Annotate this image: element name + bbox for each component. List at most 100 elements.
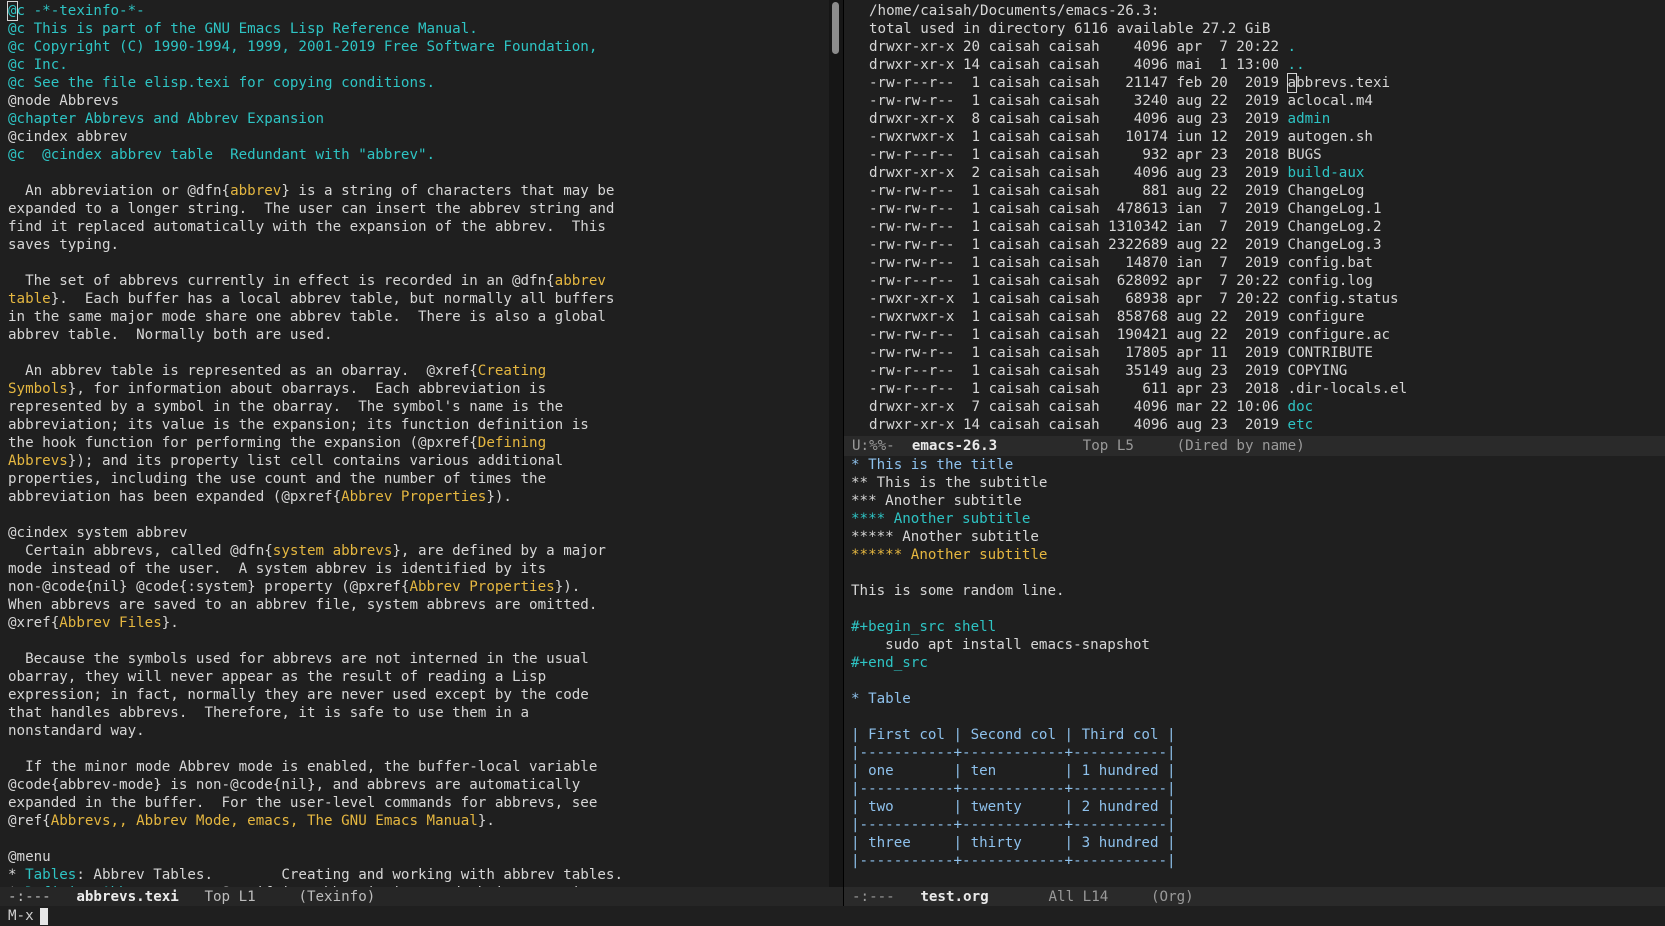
text-line: | three | thirty | 3 hundred | bbox=[851, 834, 1665, 852]
dired-row[interactable]: -rw-r--r-- 1 caisah caisah 932 apr 23 20… bbox=[869, 146, 1665, 164]
dired-file-name[interactable]: config.log bbox=[1288, 273, 1373, 289]
text-line: Symbols}, for information about obarrays… bbox=[8, 380, 829, 398]
dired-file-name[interactable]: . bbox=[1288, 39, 1297, 55]
dired-file-name[interactable]: doc bbox=[1288, 399, 1314, 415]
dired-row[interactable]: -rw-r--r-- 1 caisah caisah 21147 feb 20 … bbox=[869, 73, 1665, 93]
dired-row-attributes: -rw-rw-r-- 1 caisah caisah 478613 ian 7 … bbox=[869, 201, 1288, 217]
dired-row[interactable]: drwxr-xr-x 7 caisah caisah 4096 mar 22 1… bbox=[869, 398, 1665, 416]
dired-row[interactable]: -rw-rw-r-- 1 caisah caisah 3240 aug 22 2… bbox=[869, 92, 1665, 110]
modeline-buffer-name[interactable]: test.org bbox=[920, 889, 988, 905]
dired-row[interactable]: -rwxrwxr-x 1 caisah caisah 10174 iun 12 … bbox=[869, 128, 1665, 146]
dired-modeline[interactable]: U:%%- emacs-26.3 Top L5 (Dired by name) bbox=[844, 436, 1665, 456]
text-segment: Abbrev Properties bbox=[341, 489, 487, 505]
org-buffer[interactable]: * This is the title ** This is the subtit… bbox=[844, 456, 1665, 887]
dired-file-name[interactable]: COPYING bbox=[1288, 363, 1348, 379]
modeline-buffer-name[interactable]: abbrevs.texi bbox=[76, 889, 179, 905]
dired-row[interactable]: -rwxr-xr-x 1 caisah caisah 68938 apr 7 2… bbox=[869, 290, 1665, 308]
modeline-position: Top L1 bbox=[204, 889, 256, 905]
dired-row[interactable]: -rwxrwxr-x 1 caisah caisah 858768 aug 22… bbox=[869, 308, 1665, 326]
text-line: expression; in fact, normally they are n… bbox=[8, 686, 829, 704]
dired-file-name[interactable]: etc bbox=[1288, 417, 1314, 433]
left-scrollbar-thumb[interactable] bbox=[832, 2, 839, 54]
text-segment: Abbrevs,, Abbrev Mode, emacs, The GNU Em… bbox=[50, 813, 478, 829]
text-segment: @chapter Abbrevs and Abbrev Expansion bbox=[8, 111, 325, 127]
dired-file-name[interactable]: .dir-locals.el bbox=[1288, 381, 1408, 397]
text-segment: saves typing. bbox=[8, 237, 120, 253]
dired-file-name[interactable]: ChangeLog bbox=[1288, 183, 1365, 199]
dired-row-attributes: -rw-r--r-- 1 caisah caisah 35149 aug 23 … bbox=[869, 363, 1288, 379]
dired-file-name[interactable]: build-aux bbox=[1288, 165, 1365, 181]
dired-file-name[interactable]: admin bbox=[1288, 111, 1331, 127]
dired-row[interactable]: drwxr-xr-x 20 caisah caisah 4096 apr 7 2… bbox=[869, 38, 1665, 56]
modeline-mode[interactable]: (Dired by name) bbox=[1177, 438, 1305, 454]
dired-row[interactable]: drwxr-xr-x 2 caisah caisah 4096 aug 23 2… bbox=[869, 164, 1665, 182]
org-modeline[interactable]: -:--- test.org All L14 (Org) bbox=[844, 887, 1665, 907]
dired-row[interactable]: -rw-rw-r-- 1 caisah caisah 881 aug 22 20… bbox=[869, 182, 1665, 200]
org-text[interactable]: * This is the title ** This is the subtit… bbox=[851, 456, 1665, 870]
text-line: **** Another subtitle bbox=[851, 510, 1665, 528]
text-line: @xref{Abbrev Files}. bbox=[8, 614, 829, 632]
texinfo-modeline[interactable]: -:--- abbrevs.texi Top L1 (Texinfo) bbox=[0, 887, 843, 907]
text-segment: }. bbox=[477, 813, 495, 829]
text-segment: @cindex system abbrev bbox=[8, 525, 188, 541]
modeline-mode[interactable]: (Texinfo) bbox=[298, 889, 375, 905]
dired-row[interactable]: -rw-rw-r-- 1 caisah caisah 17805 apr 11 … bbox=[869, 344, 1665, 362]
text-segment: @c This is part of the GNU Emacs Lisp Re… bbox=[8, 21, 478, 37]
text-segment: @cindex abbrev bbox=[8, 129, 128, 145]
text-line bbox=[8, 830, 829, 848]
texinfo-text[interactable]: @c -*-texinfo-*- @c This is part of the G… bbox=[7, 1, 829, 888]
text-segment: expression; in fact, normally they are n… bbox=[8, 687, 589, 703]
text-line: saves typing. bbox=[8, 236, 829, 254]
text-segment: |-----------+------------+-----------| bbox=[851, 781, 1176, 797]
text-line: ** This is the subtitle bbox=[851, 474, 1665, 492]
text-segment: abbrev bbox=[554, 273, 606, 289]
dired-file-name[interactable]: configure.ac bbox=[1288, 327, 1391, 343]
text-line: @chapter Abbrevs and Abbrev Expansion bbox=[8, 110, 829, 128]
text-line: @cindex system abbrev bbox=[8, 524, 829, 542]
text-line: The set of abbrevs currently in effect i… bbox=[8, 272, 829, 290]
dired-file-name[interactable]: ChangeLog.3 bbox=[1288, 237, 1382, 253]
dired-row[interactable]: -rw-rw-r-- 1 caisah caisah 478613 ian 7 … bbox=[869, 200, 1665, 218]
dired-file-name[interactable]: ChangeLog.2 bbox=[1288, 219, 1382, 235]
dired-row[interactable]: drwxr-xr-x 14 caisah caisah 4096 aug 23 … bbox=[869, 416, 1665, 434]
text-segment: non-@code{nil} @code{:system} property (… bbox=[8, 579, 410, 595]
text-segment: }). bbox=[554, 579, 581, 595]
dired-file-name[interactable]: configure bbox=[1288, 309, 1365, 325]
dired-row[interactable]: -rw-rw-r-- 1 caisah caisah 1310342 ian 7… bbox=[869, 218, 1665, 236]
text-line: |-----------+------------+-----------| bbox=[851, 852, 1665, 870]
dired-file-name[interactable]: bbrevs.texi bbox=[1296, 75, 1390, 91]
dired-row[interactable]: -rw-r--r-- 1 caisah caisah 611 apr 23 20… bbox=[869, 380, 1665, 398]
dired-row[interactable]: drwxr-xr-x 8 caisah caisah 4096 aug 23 2… bbox=[869, 110, 1665, 128]
text-segment: Defining bbox=[477, 435, 547, 451]
text-segment: abbreviation; its value is the expansion… bbox=[8, 417, 589, 433]
dired-row[interactable]: -rw-rw-r-- 1 caisah caisah 2322689 aug 2… bbox=[869, 236, 1665, 254]
dired-file-name[interactable]: config.status bbox=[1288, 291, 1399, 307]
text-segment: Because the symbols used for abbrevs are… bbox=[8, 651, 589, 667]
dired-file-name[interactable]: ChangeLog.1 bbox=[1288, 201, 1382, 217]
text-segment: An abbreviation or @dfn{ bbox=[8, 183, 231, 199]
left-scrollbar[interactable] bbox=[829, 0, 843, 888]
dired-buffer[interactable]: /home/caisah/Documents/emacs-26.3: total… bbox=[844, 0, 1665, 436]
minibuffer[interactable]: M-x bbox=[0, 906, 1665, 926]
dired-file-name[interactable]: config.bat bbox=[1288, 255, 1373, 271]
text-segment: When abbrevs are saved to an abbrev file… bbox=[8, 597, 598, 613]
modeline-mode[interactable]: (Org) bbox=[1151, 889, 1194, 905]
dired-row[interactable]: -rw-rw-r-- 1 caisah caisah 14870 ian 7 2… bbox=[869, 254, 1665, 272]
text-segment: obarray, they will never appear as the r… bbox=[8, 669, 547, 685]
dired-header: /home/caisah/Documents/emacs-26.3: bbox=[869, 3, 1160, 19]
modeline-buffer-name[interactable]: emacs-26.3 bbox=[912, 438, 997, 454]
dired-listing[interactable]: /home/caisah/Documents/emacs-26.3: total… bbox=[869, 2, 1665, 434]
text-segment: expanded to a longer string. The user ca… bbox=[8, 201, 615, 217]
dired-file-name[interactable]: aclocal.m4 bbox=[1288, 93, 1373, 109]
dired-row[interactable]: -rw-r--r-- 1 caisah caisah 35149 aug 23 … bbox=[869, 362, 1665, 380]
modeline-position: All L14 bbox=[1048, 889, 1109, 905]
dired-row[interactable]: -rw-rw-r-- 1 caisah caisah 190421 aug 22… bbox=[869, 326, 1665, 344]
dired-file-name[interactable]: .. bbox=[1288, 57, 1305, 73]
dired-row[interactable]: drwxr-xr-x 14 caisah caisah 4096 mai 1 1… bbox=[869, 56, 1665, 74]
text-line: nonstandard way. bbox=[8, 722, 829, 740]
dired-file-name[interactable]: CONTRIBUTE bbox=[1288, 345, 1373, 361]
dired-file-name[interactable]: autogen.sh bbox=[1288, 129, 1373, 145]
dired-file-name[interactable]: BUGS bbox=[1288, 147, 1322, 163]
dired-row[interactable]: -rw-r--r-- 1 caisah caisah 628092 apr 7 … bbox=[869, 272, 1665, 290]
texinfo-buffer[interactable]: @c -*-texinfo-*- @c This is part of the G… bbox=[0, 0, 829, 888]
